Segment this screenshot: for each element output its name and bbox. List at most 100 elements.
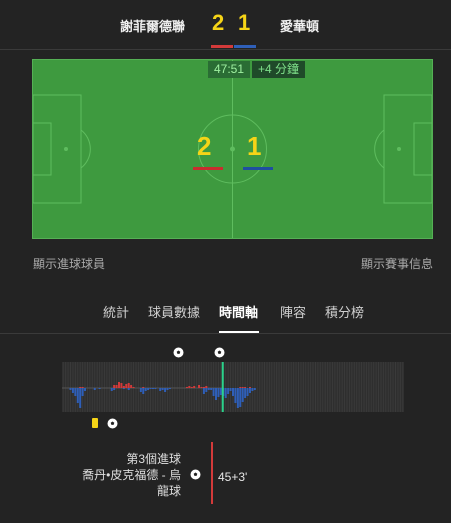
home-momentum-bar bbox=[115, 385, 118, 388]
away-momentum-bar bbox=[81, 388, 84, 396]
away-team-name[interactable]: 愛華頓 bbox=[280, 16, 319, 35]
away-momentum-bar bbox=[166, 388, 169, 390]
away-momentum-bar bbox=[227, 388, 230, 394]
home-momentum-bar bbox=[193, 386, 196, 388]
home-momentum-bar bbox=[198, 385, 201, 388]
home-momentum-bar bbox=[248, 387, 251, 388]
away-momentum-bar bbox=[251, 388, 254, 391]
away-momentum-bar bbox=[232, 388, 234, 396]
away-momentum-bar bbox=[219, 388, 222, 395]
yellow-card-icon bbox=[92, 418, 98, 428]
away-momentum-bar bbox=[215, 388, 218, 400]
home-momentum-bar bbox=[120, 383, 123, 388]
away-momentum-bar bbox=[76, 388, 79, 403]
away-momentum-bar bbox=[244, 388, 247, 398]
home-momentum-bar bbox=[244, 387, 247, 388]
away-momentum-bar bbox=[210, 388, 213, 390]
away-momentum-bar bbox=[69, 388, 72, 390]
home-momentum-bar bbox=[239, 387, 242, 388]
home-color-bar bbox=[211, 45, 233, 48]
away-momentum-bar bbox=[224, 388, 227, 398]
home-momentum-bar bbox=[190, 387, 193, 388]
away-momentum-bar bbox=[205, 388, 208, 392]
away-momentum-bar bbox=[207, 388, 210, 390]
away-momentum-bar bbox=[122, 388, 125, 389]
clock-time: 47:51 bbox=[208, 61, 251, 78]
pitch-away-score: 1 bbox=[247, 131, 262, 161]
show-scorers-link[interactable]: 顯示進球球員 bbox=[33, 255, 105, 272]
away-momentum-bar bbox=[144, 388, 147, 391]
event-divider bbox=[211, 442, 213, 504]
home-momentum-bar bbox=[205, 386, 208, 388]
goal-ball-icon bbox=[107, 418, 118, 429]
goal-ball-icon bbox=[190, 469, 201, 480]
match-clock: 47:51 +4 分鐘 bbox=[208, 61, 306, 78]
pitch-away-bar bbox=[243, 167, 273, 170]
away-score: 1 bbox=[238, 10, 251, 35]
tabs-divider bbox=[0, 333, 451, 334]
pitch-home-score: 2 bbox=[197, 131, 212, 161]
away-momentum-bar bbox=[161, 388, 164, 390]
home-momentum-bar bbox=[202, 387, 205, 388]
event-title: 第3個進球 bbox=[126, 452, 181, 466]
header-divider bbox=[0, 49, 451, 50]
away-momentum-bar bbox=[168, 388, 171, 389]
away-momentum-bar bbox=[212, 388, 215, 396]
away-color-bar bbox=[234, 45, 256, 48]
away-momentum-bar bbox=[154, 388, 157, 389]
away-momentum-bar bbox=[239, 388, 242, 407]
home-momentum-bar bbox=[132, 387, 135, 388]
home-momentum-bar bbox=[241, 387, 244, 388]
away-momentum-bar bbox=[234, 388, 237, 403]
away-momentum-bar bbox=[202, 388, 205, 394]
away-momentum-bar bbox=[74, 388, 77, 396]
home-momentum-bar bbox=[118, 382, 120, 388]
tab-standings[interactable]: 積分榜 bbox=[325, 302, 364, 321]
momentum-timeline[interactable] bbox=[62, 362, 404, 412]
away-momentum-bar bbox=[241, 388, 244, 402]
home-team-name[interactable]: 謝菲爾德聯 bbox=[120, 16, 185, 35]
away-momentum-bar bbox=[229, 388, 232, 391]
goal-ball-icon bbox=[214, 347, 225, 358]
away-momentum-bar bbox=[139, 388, 142, 392]
home-momentum-bar bbox=[200, 387, 203, 388]
away-momentum-bar bbox=[253, 388, 256, 390]
home-momentum-bar bbox=[122, 386, 125, 388]
pitch-home-bar bbox=[193, 167, 223, 170]
away-momentum-bar bbox=[79, 388, 82, 408]
home-momentum-bar bbox=[79, 387, 82, 388]
away-momentum-bar bbox=[236, 388, 239, 408]
tab-player-stats[interactable]: 球員數據 bbox=[148, 302, 200, 321]
away-momentum-bar bbox=[71, 388, 74, 393]
away-momentum-bar bbox=[149, 388, 152, 389]
away-momentum-bar bbox=[147, 388, 150, 390]
away-momentum-bar bbox=[98, 388, 101, 389]
away-momentum-bar bbox=[93, 388, 96, 390]
tab-timeline[interactable]: 時間軸 bbox=[219, 302, 258, 321]
pitch-markings bbox=[33, 60, 432, 238]
tab-bar: 統計 球員數據 時間軸 陣容 積分榜 bbox=[0, 302, 451, 332]
match-header: 謝菲爾德聯 2 1 愛華頓 bbox=[0, 0, 451, 50]
goal-ball-icon bbox=[173, 347, 184, 358]
away-momentum-bar bbox=[151, 388, 154, 389]
home-momentum-bar bbox=[130, 385, 133, 388]
added-time: +4 分鐘 bbox=[252, 61, 306, 78]
away-momentum-bar bbox=[113, 388, 116, 390]
home-momentum-bar bbox=[125, 384, 128, 388]
event-player: 喬丹•皮克福德 - 烏 bbox=[82, 468, 181, 482]
away-momentum-bar bbox=[217, 388, 220, 397]
home-momentum-bar bbox=[127, 383, 130, 388]
tab-lineup[interactable]: 陣容 bbox=[280, 302, 306, 321]
home-momentum-bar bbox=[113, 385, 116, 388]
home-momentum-bar bbox=[185, 387, 188, 388]
show-match-info-link[interactable]: 顯示賽事信息 bbox=[361, 255, 433, 272]
home-score: 2 bbox=[212, 10, 225, 35]
away-momentum-bar bbox=[159, 388, 162, 391]
home-momentum-bar bbox=[142, 387, 145, 388]
away-momentum-bar bbox=[84, 388, 87, 391]
home-momentum-bar bbox=[188, 386, 191, 388]
away-momentum-bar bbox=[164, 388, 167, 392]
away-momentum-bar bbox=[142, 388, 145, 394]
pitch-field bbox=[32, 59, 433, 239]
tab-stats[interactable]: 統計 bbox=[103, 302, 129, 321]
